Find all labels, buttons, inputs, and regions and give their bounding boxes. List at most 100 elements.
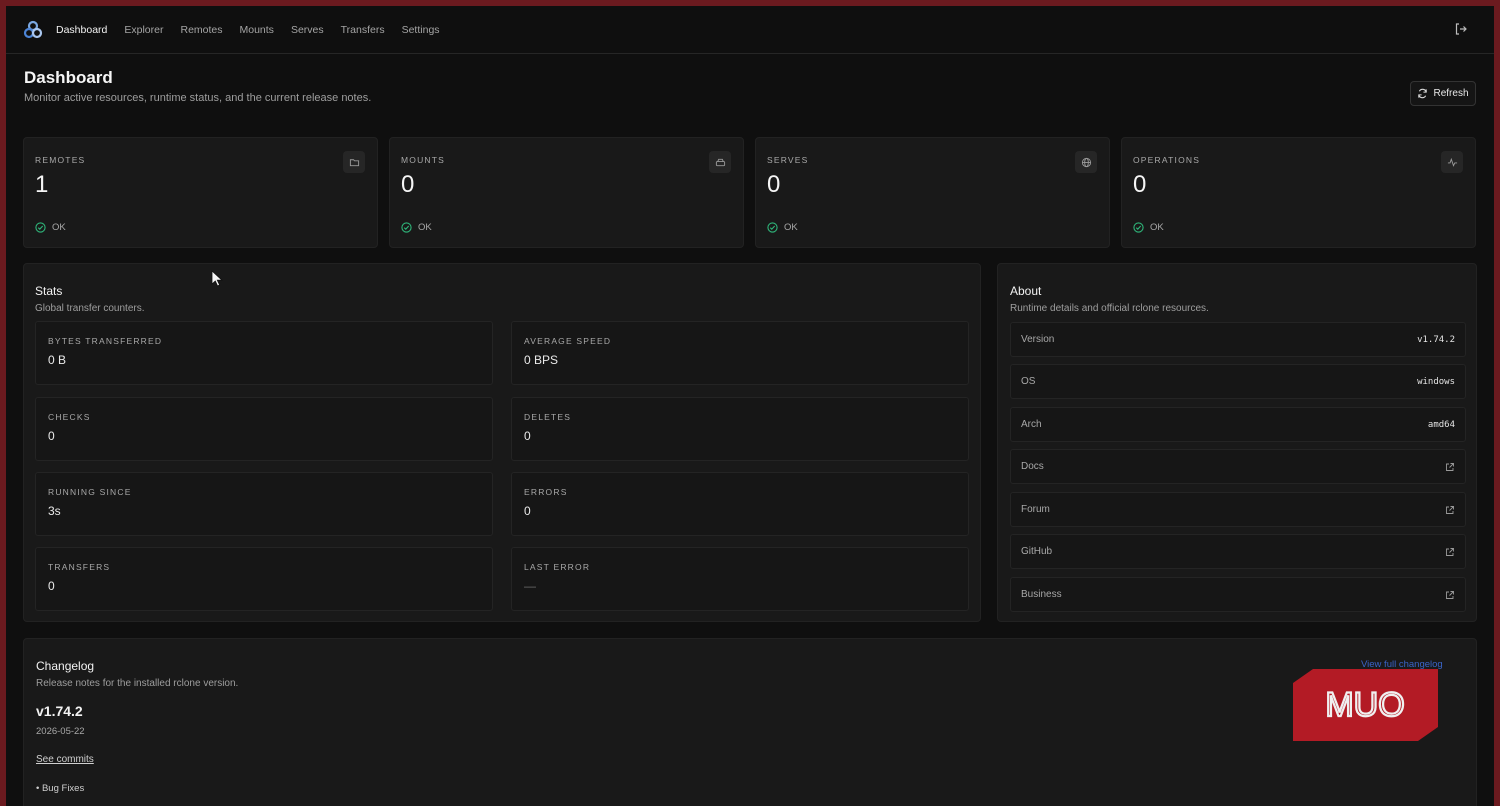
card-status-text: OK [418, 222, 432, 233]
changelog-date: 2026-05-22 [36, 726, 85, 737]
rclone-logo-icon[interactable] [23, 20, 43, 40]
activity-icon [1441, 151, 1463, 173]
watermark-text: MUO [1325, 686, 1404, 724]
nav-item-settings[interactable]: Settings [402, 24, 440, 36]
about-link-business[interactable]: Business [1010, 577, 1466, 612]
nav-item-mounts[interactable]: Mounts [240, 24, 274, 36]
stat-value: 3s [48, 504, 61, 518]
about-value: amd64 [1427, 419, 1455, 430]
nav-item-dashboard[interactable]: Dashboard [56, 24, 107, 36]
card-value: 0 [1133, 171, 1147, 198]
stats-subtitle: Global transfer counters. [35, 303, 145, 314]
card-status-text: OK [784, 222, 798, 233]
about-link-label: Docs [1021, 461, 1044, 472]
stat-value: 0 BPS [524, 353, 559, 367]
about-row-arch: Arch amd64 [1010, 407, 1466, 442]
changelog-subtitle: Release notes for the installed rclone v… [36, 678, 239, 689]
stat-label: AVERAGE SPEED [524, 336, 612, 346]
see-commits-link[interactable]: See commits [36, 754, 94, 765]
about-title: About [1010, 284, 1042, 298]
drive-icon [709, 151, 731, 173]
stat-value: 0 B [48, 353, 67, 367]
card-value: 0 [767, 171, 781, 198]
globe-icon [1075, 151, 1097, 173]
about-row-version: Version v1.74.2 [1010, 322, 1466, 357]
card-status: OK [35, 222, 66, 233]
card-label: REMOTES [35, 155, 86, 165]
stat-value: 0 [48, 579, 55, 593]
stat-label: LAST ERROR [524, 562, 591, 572]
stat-errors: ERRORS 0 [511, 472, 969, 536]
stat-last-error: LAST ERROR — [511, 547, 969, 611]
changelog-title: Changelog [36, 659, 95, 673]
stat-average-speed: AVERAGE SPEED 0 BPS [511, 321, 969, 385]
about-link-docs[interactable]: Docs [1010, 449, 1466, 484]
stat-transfers: TRANSFERS 0 [35, 547, 493, 611]
nav-item-explorer[interactable]: Explorer [124, 24, 163, 36]
card-label: MOUNTS [401, 155, 446, 165]
stat-bytes-transferred: BYTES TRANSFERRED 0 B [35, 321, 493, 385]
serves-card[interactable]: SERVES 0 OK [755, 137, 1110, 248]
check-circle-icon [767, 222, 778, 233]
external-link-icon [1446, 505, 1454, 514]
mounts-card[interactable]: MOUNTS 0 OK [389, 137, 744, 248]
stat-deletes: DELETES 0 [511, 397, 969, 461]
refresh-label: Refresh [1433, 88, 1469, 99]
nav-item-serves[interactable]: Serves [291, 24, 324, 36]
about-key: Version [1021, 334, 1055, 345]
card-label: SERVES [767, 155, 809, 165]
refresh-button[interactable]: Refresh [1410, 81, 1476, 106]
check-circle-icon [1133, 222, 1144, 233]
top-nav: Dashboard Explorer Remotes Mounts Serves… [6, 6, 1494, 54]
stat-label: BYTES TRANSFERRED [48, 336, 163, 346]
external-link-icon [1446, 462, 1454, 471]
logout-icon[interactable] [1454, 22, 1468, 36]
card-value: 1 [35, 171, 49, 198]
remotes-card[interactable]: REMOTES 1 OK [23, 137, 378, 248]
changelog-bullet: • Bug Fixes [36, 783, 85, 794]
changelog-version: v1.74.2 [36, 703, 83, 719]
bullet-text: Bug Fixes [41, 783, 85, 794]
card-status: OK [767, 222, 798, 233]
about-key: Arch [1021, 419, 1042, 430]
card-status: OK [401, 222, 432, 233]
check-circle-icon [401, 222, 412, 233]
card-status-text: OK [1150, 222, 1164, 233]
nav-item-transfers[interactable]: Transfers [341, 24, 385, 36]
card-value: 0 [401, 171, 415, 198]
about-link-forum[interactable]: Forum [1010, 492, 1466, 527]
about-link-github[interactable]: GitHub [1010, 534, 1466, 569]
page-subtitle: Monitor active resources, runtime status… [24, 92, 372, 104]
about-link-label: Business [1021, 589, 1062, 600]
stat-value: — [524, 579, 536, 593]
changelog-panel: Changelog Release notes for the installe… [23, 638, 1477, 806]
stat-running-since: RUNNING SINCE 3s [35, 472, 493, 536]
external-link-icon [1446, 547, 1454, 556]
about-key: OS [1021, 376, 1036, 387]
stat-label: CHECKS [48, 412, 91, 422]
nav-item-remotes[interactable]: Remotes [180, 24, 222, 36]
operations-card[interactable]: OPERATIONS 0 OK [1121, 137, 1476, 248]
muo-watermark-logo: MUO [1293, 669, 1438, 741]
stat-label: ERRORS [524, 487, 568, 497]
refresh-icon [1418, 88, 1428, 99]
stat-value: 0 [524, 429, 531, 443]
about-row-os: OS windows [1010, 364, 1466, 399]
about-link-label: GitHub [1021, 546, 1053, 557]
stats-panel: Stats Global transfer counters. BYTES TR… [23, 263, 981, 622]
page-title: Dashboard [24, 68, 113, 87]
about-value: v1.74.2 [1417, 334, 1455, 345]
app-window: Dashboard Explorer Remotes Mounts Serves… [6, 6, 1494, 806]
about-panel: About Runtime details and official rclon… [997, 263, 1477, 622]
stat-value: 0 [524, 504, 531, 518]
stat-value: 0 [48, 429, 55, 443]
card-status-text: OK [52, 222, 66, 233]
stat-checks: CHECKS 0 [35, 397, 493, 461]
folder-icon [343, 151, 365, 173]
about-value: windows [1417, 376, 1455, 387]
about-subtitle: Runtime details and official rclone reso… [1010, 303, 1209, 314]
stat-label: DELETES [524, 412, 572, 422]
external-link-icon [1446, 590, 1454, 599]
check-circle-icon [35, 222, 46, 233]
nav-menu: Dashboard Explorer Remotes Mounts Serves… [56, 6, 440, 54]
